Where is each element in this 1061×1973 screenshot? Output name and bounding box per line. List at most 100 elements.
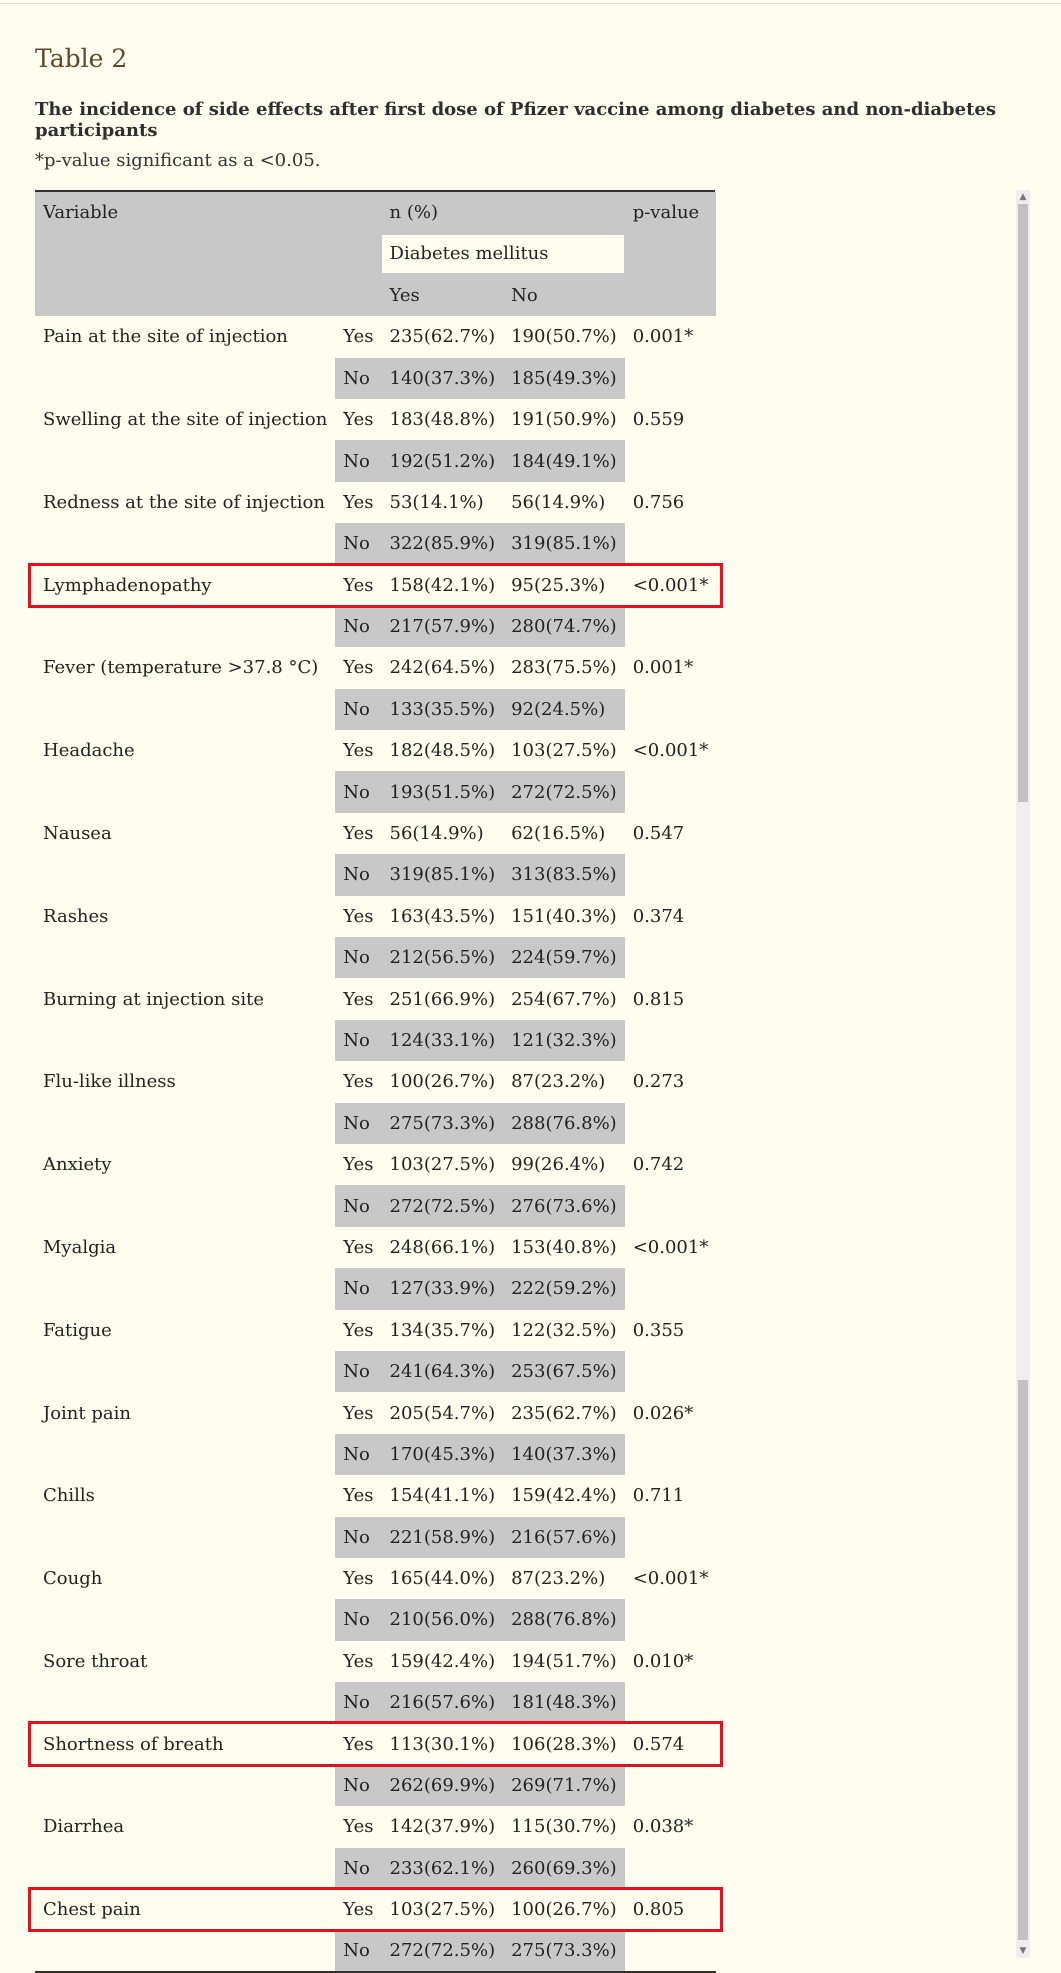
response-label: No xyxy=(335,1102,382,1144)
dm-no-value: 87(23.2%) xyxy=(511,1568,606,1590)
table-row: Diarrhea Yes 142(37.9%) 115(30.7%) 0.038* xyxy=(35,1806,716,1847)
dm-no-value: 260(69.3%) xyxy=(503,1847,625,1890)
blank-cell xyxy=(625,854,717,895)
dm-yes-value: 124(33.1%) xyxy=(381,1019,504,1062)
blank-cell xyxy=(35,1682,335,1723)
response-label: Yes xyxy=(343,1319,374,1341)
scroll-down-arrow-icon[interactable]: ▼ xyxy=(1016,1944,1030,1958)
blank-cell xyxy=(625,358,717,399)
header-blank xyxy=(35,233,336,275)
response-label: No xyxy=(335,1433,382,1476)
variable-cell: Redness at the site of injection xyxy=(43,491,325,513)
scrollbar-thumb[interactable] xyxy=(1018,204,1028,802)
header-blank xyxy=(624,233,717,275)
blank-cell xyxy=(625,1103,717,1144)
dm-no-value: 87(23.2%) xyxy=(511,1071,606,1093)
dm-yes-value: 159(42.4%) xyxy=(389,1650,496,1672)
p-value-cell: 0.756 xyxy=(632,491,685,513)
dm-yes-value: 163(43.5%) xyxy=(389,905,496,927)
variable-cell: Sore throat xyxy=(43,1650,148,1672)
response-label: Yes xyxy=(343,1236,374,1258)
dm-no-value: 100(26.7%) xyxy=(511,1899,617,1921)
p-value-cell: 0.815 xyxy=(632,988,685,1010)
variable-cell: Lymphadenopathy xyxy=(43,574,212,596)
table-row: No 233(62.1%) 260(69.3%) xyxy=(35,1847,716,1890)
blank-cell xyxy=(625,1599,717,1640)
blank-cell xyxy=(35,1351,335,1392)
dm-yes-value: 262(69.9%) xyxy=(381,1764,504,1807)
dm-yes-value: 154(41.1%) xyxy=(389,1485,496,1507)
response-label: Yes xyxy=(343,491,374,513)
response-label: No xyxy=(335,937,382,979)
dm-yes-value: 235(62.7%) xyxy=(389,326,496,348)
header-blank xyxy=(335,274,382,317)
blank-cell xyxy=(625,937,717,978)
dm-no-value: 140(37.3%) xyxy=(503,1433,625,1476)
dm-no-value: 269(71.7%) xyxy=(503,1764,625,1807)
table-row: Burning at injection site Yes 251(66.9%) 25… xyxy=(35,978,716,1019)
p-value-cell: 0.010* xyxy=(632,1650,694,1672)
table-header: Variable n (%) p-value Diabetes mellitus… xyxy=(35,192,717,317)
response-label: Yes xyxy=(343,409,374,431)
p-value-cell: 0.547 xyxy=(632,823,685,845)
response-label: Yes xyxy=(343,326,374,348)
blank-cell xyxy=(35,1765,335,1806)
dm-no-value: 224(59.7%) xyxy=(503,937,625,979)
dm-no-value: 122(32.5%) xyxy=(511,1319,617,1341)
p-value-cell: 0.805 xyxy=(632,1899,685,1921)
table-scroll-area[interactable]: Variable n (%) p-value Diabetes mellitus… xyxy=(35,190,717,1973)
blank-cell xyxy=(35,1848,335,1889)
blank-cell xyxy=(625,689,717,730)
dm-yes-value: 192(51.2%) xyxy=(381,440,504,482)
p-value-cell: 0.273 xyxy=(632,1071,685,1093)
scroll-up-arrow-icon[interactable]: ▲ xyxy=(1016,190,1030,204)
p-value-cell: 0.574 xyxy=(632,1733,685,1755)
dm-yes-value: 242(64.5%) xyxy=(389,657,496,679)
header-blank xyxy=(624,274,717,317)
scrollbar-thumb[interactable] xyxy=(1018,1380,1028,1940)
header-diabetes-mellitus: Diabetes mellitus xyxy=(381,235,624,274)
dm-yes-value: 182(48.5%) xyxy=(389,740,496,762)
dm-no-value: 115(30.7%) xyxy=(511,1816,617,1838)
table-row: No 319(85.1%) 313(83.5%) xyxy=(35,854,717,896)
blank-cell xyxy=(35,771,335,812)
response-label: Yes xyxy=(343,1402,374,1424)
p-value-cell: <0.001* xyxy=(632,740,709,762)
dm-no-value: 190(50.7%) xyxy=(511,326,617,348)
blank-cell xyxy=(35,523,335,564)
blank-cell xyxy=(625,1434,717,1475)
response-label: No xyxy=(335,1516,382,1558)
table-row: Chest pain Yes 103(27.5%) 100(26.7%) 0.805 xyxy=(35,1889,716,1930)
table-row: No 275(73.3%) 288(76.8%) xyxy=(35,1102,717,1144)
dm-yes-value: 212(56.5%) xyxy=(381,937,504,979)
dm-yes-value: 205(54.7%) xyxy=(389,1402,496,1424)
response-label: No xyxy=(335,688,382,731)
variable-cell: Headache xyxy=(43,740,135,762)
dm-yes-value: 134(35.7%) xyxy=(389,1319,496,1341)
response-label: Yes xyxy=(343,1071,374,1093)
dm-no-value: 272(72.5%) xyxy=(503,771,625,813)
dm-no-value: 99(26.4%) xyxy=(511,1154,606,1176)
response-label: Yes xyxy=(343,1154,374,1176)
vertical-scrollbar[interactable]: ▲ ▼ xyxy=(1016,190,1030,1958)
dm-no-value: 216(57.6%) xyxy=(503,1516,625,1558)
response-label: No xyxy=(335,357,382,399)
response-label: Yes xyxy=(343,1733,374,1755)
table-row: No 241(64.3%) 253(67.5%) xyxy=(35,1350,716,1393)
response-label: Yes xyxy=(343,988,374,1010)
variable-cell: Fever (temperature >37.8 °C) xyxy=(43,657,319,679)
response-label: Yes xyxy=(343,823,374,845)
dm-no-value: 159(42.4%) xyxy=(511,1485,617,1507)
p-value-cell: 0.001* xyxy=(632,326,694,348)
blank-cell xyxy=(35,1599,335,1640)
table-row: No 262(69.9%) 269(71.7%) xyxy=(35,1764,716,1807)
table-row: Rashes Yes 163(43.5%) 151(40.3%) 0.374 xyxy=(35,896,716,937)
header-row-3: Yes No xyxy=(35,274,717,317)
response-label: Yes xyxy=(343,574,374,596)
table-row: No 216(57.6%) 181(48.3%) xyxy=(35,1682,716,1724)
dm-no-value: 153(40.8%) xyxy=(511,1236,617,1258)
dm-no-value: 319(85.1%) xyxy=(503,523,625,565)
dm-no-value: 222(59.2%) xyxy=(503,1268,625,1310)
dm-no-value: 95(25.3%) xyxy=(511,574,606,596)
p-value-cell: 0.355 xyxy=(632,1319,685,1341)
